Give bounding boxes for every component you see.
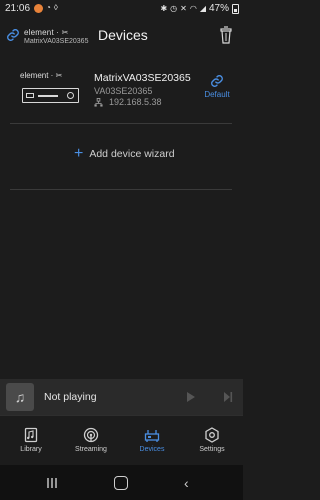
add-device-wizard-button[interactable]: + Add device wizard — [74, 146, 175, 162]
device-image — [22, 88, 79, 103]
device-ip: 192.168.5.38 — [109, 97, 162, 107]
back-icon[interactable]: ‹ — [184, 476, 189, 490]
system-nav-bar: ‹ — [0, 465, 243, 500]
tab-library[interactable]: Library — [1, 416, 61, 464]
device-model: VA03SE20365 — [94, 86, 153, 96]
notification-icon: ◔ — [46, 3, 51, 12]
tab-settings[interactable]: Settings — [182, 416, 242, 464]
wifi-icon: ◠ — [189, 3, 197, 13]
tab-devices[interactable]: Devices — [122, 416, 182, 464]
shield-icon: ◊ — [53, 3, 58, 12]
battery-percent: 47% — [208, 3, 229, 14]
music-note-icon: ♫ — [6, 383, 34, 411]
tab-library-label: Library — [20, 446, 42, 453]
page-title: Devices — [98, 27, 148, 43]
signal-icon: ◢ — [199, 3, 206, 13]
home-icon[interactable] — [114, 476, 128, 490]
next-icon[interactable] — [223, 391, 233, 403]
app-notification-icon — [34, 3, 43, 13]
devices-icon — [144, 430, 160, 442]
library-icon — [24, 427, 38, 443]
status-time: 21:06 — [5, 3, 31, 14]
device-name: MatrixVA03SE20365 — [94, 72, 191, 84]
connected-device-id: MatrixVA03SE20365 — [24, 38, 89, 45]
tab-streaming[interactable]: Streaming — [61, 416, 121, 464]
link-icon — [211, 75, 223, 87]
link-icon[interactable] — [6, 28, 20, 42]
device-ip-row: 192.168.5.38 — [94, 97, 162, 107]
app-bar: element · ✂ MatrixVA03SE20365 Devices — [0, 18, 243, 56]
device-list-item[interactable]: element · ✂ MatrixVA03SE20365 VA03SE2036… — [10, 64, 234, 120]
divider — [10, 123, 232, 124]
brand-logo: element · ✂ — [24, 28, 69, 37]
tab-streaming-label: Streaming — [75, 446, 107, 453]
add-device-wizard-label: Add device wizard — [89, 148, 175, 160]
default-device-button[interactable]: Default — [200, 74, 234, 99]
mini-player[interactable]: ♫ Not playing — [0, 379, 243, 415]
settings-icon — [205, 427, 219, 443]
connected-device-info: element · ✂ MatrixVA03SE20365 — [24, 28, 88, 45]
play-icon[interactable] — [186, 391, 196, 403]
player-status: Not playing — [44, 391, 97, 403]
network-icon — [94, 97, 103, 107]
tab-devices-label: Devices — [139, 446, 165, 453]
trash-icon[interactable] — [219, 26, 233, 44]
mute-icon: ✕ — [180, 3, 187, 13]
bottom-tab-bar: Library Streaming Devices Settings — [0, 415, 243, 464]
battery-icon — [232, 3, 239, 14]
streaming-icon — [83, 427, 99, 443]
divider — [10, 189, 232, 190]
status-bar: 21:06 ◔ ◊ ✱ ◷ ✕ ◠ ◢ 47% — [0, 0, 243, 18]
default-label: Default — [204, 90, 230, 99]
device-brand-logo: element · ✂ — [20, 71, 63, 80]
tab-settings-label: Settings — [199, 446, 225, 453]
bluetooth-icon: ✱ — [160, 3, 168, 13]
recent-apps-icon[interactable] — [46, 478, 58, 488]
plus-icon: + — [74, 145, 84, 162]
alarm-icon: ◷ — [170, 3, 178, 13]
